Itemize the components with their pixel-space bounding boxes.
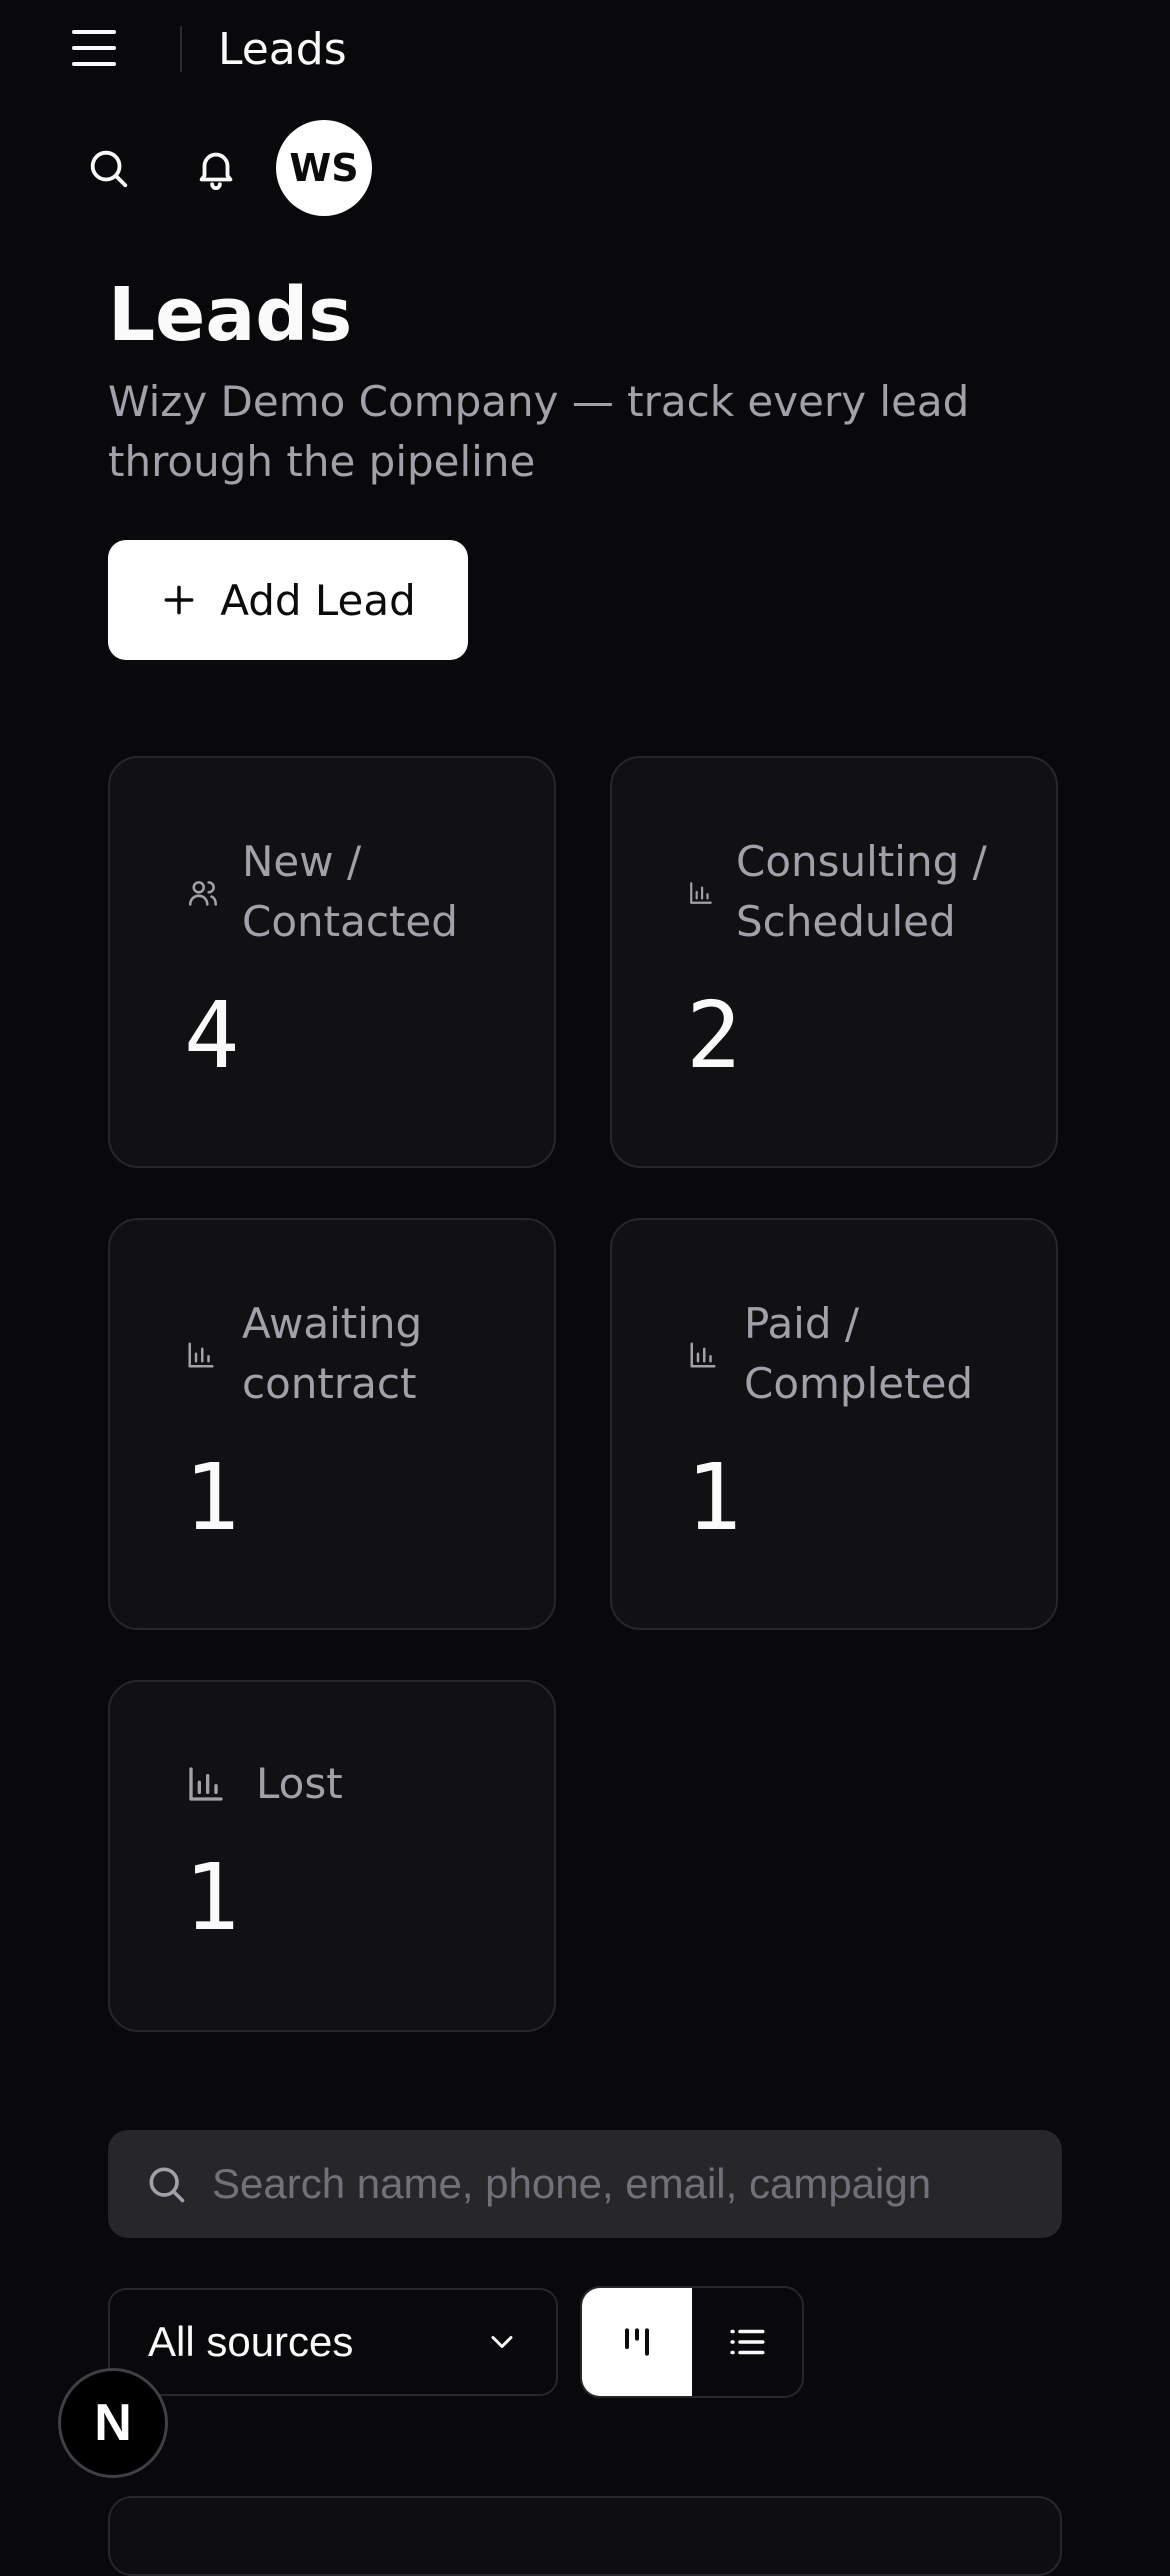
users-icon: [188, 881, 218, 906]
stat-value: 4: [184, 982, 240, 1089]
page-subtitle: Wizy Demo Company — track every lead thr…: [108, 377, 970, 486]
stat-card-new-contacted: New / Contacted 4: [108, 756, 556, 1168]
add-lead-label: Add Lead: [220, 575, 416, 625]
plus-icon: [164, 585, 194, 615]
list-view-icon: [730, 2329, 765, 2355]
stat-card-consulting-scheduled: Consulting / Scheduled 2: [610, 756, 1058, 1168]
chevron-down-icon: [491, 2336, 513, 2348]
stat-label: Paid / Completed: [744, 1299, 974, 1408]
stat-label: New / Contacted: [242, 837, 458, 946]
search-button[interactable]: [72, 132, 144, 204]
search-input[interactable]: [210, 2159, 1054, 2209]
bell-icon: [199, 152, 233, 191]
view-toggle: [580, 2286, 804, 2398]
badge-letter: N: [94, 2394, 132, 2452]
topbar-title: Leads: [218, 24, 347, 75]
source-select[interactable]: All sources: [108, 2288, 558, 2396]
stat-card-lost: Lost 1: [108, 1680, 556, 2032]
notifications-button[interactable]: [180, 132, 252, 204]
board-view-icon: [625, 2328, 649, 2356]
search-field: [108, 2130, 1062, 2238]
bar-chart-icon: [690, 882, 712, 904]
menu-button[interactable]: [66, 24, 126, 76]
stat-label: Lost: [256, 1759, 343, 1808]
stat-value: 1: [184, 1844, 240, 1951]
stat-card-paid-completed: Paid / Completed 1: [610, 1218, 1058, 1630]
bar-chart-icon: [188, 1342, 214, 1368]
topbar-divider: [180, 26, 182, 72]
bar-chart-icon: [690, 1342, 716, 1368]
board-view-button[interactable]: [582, 2288, 692, 2396]
lead-board-panel: [108, 2496, 1062, 2576]
list-view-button[interactable]: [692, 2288, 802, 2396]
search-icon: [90, 150, 128, 188]
stat-value: 1: [686, 1444, 742, 1551]
stat-label: Awaiting contract: [242, 1299, 423, 1408]
bar-chart-icon: [189, 1767, 223, 1801]
search-icon: [149, 2167, 185, 2203]
stat-value: 1: [184, 1444, 240, 1551]
stat-label: Consulting / Scheduled: [736, 837, 987, 946]
stat-value: 2: [686, 982, 742, 1089]
add-lead-button[interactable]: Add Lead: [108, 540, 468, 660]
page-title: Leads: [108, 272, 353, 358]
source-select-value: All sources: [148, 2318, 354, 2365]
stat-card-awaiting-contract: Awaiting contract 1: [108, 1218, 556, 1630]
user-avatar[interactable]: WS: [276, 120, 372, 216]
dev-tools-badge[interactable]: N: [58, 2368, 168, 2478]
